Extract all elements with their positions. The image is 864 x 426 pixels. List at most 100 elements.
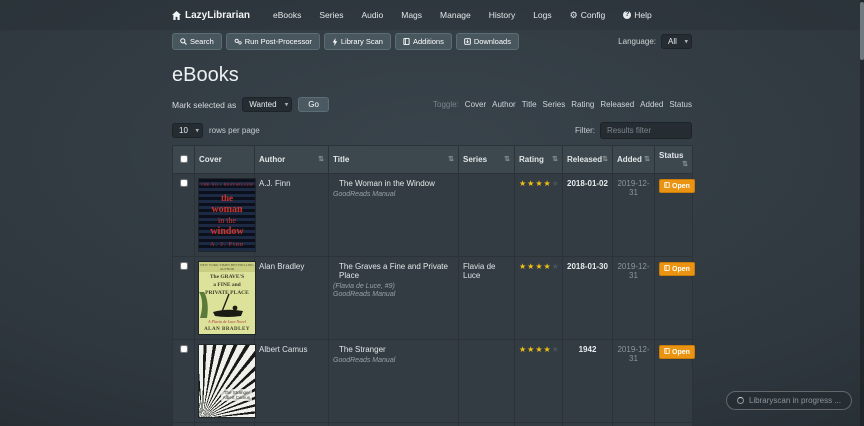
book-source: GoodReads Manual [333, 291, 396, 298]
mark-selected-label: Mark selected as [172, 99, 237, 110]
book-cover[interactable]: THE NO.1 BESTSELLER the woman in the win… [199, 179, 255, 251]
table-row: NEW YORK TIMES BESTSELLING AUTHOR The GR… [172, 256, 695, 340]
rating-stars: ★★★★★ [519, 262, 560, 271]
toggle-label: Toggle: [433, 100, 459, 109]
download-icon [464, 38, 471, 45]
select-all-checkbox[interactable] [179, 154, 188, 163]
nav-item-series[interactable]: Series [310, 10, 352, 20]
book-title-link[interactable]: The Stranger [333, 345, 454, 354]
row-checkbox[interactable] [179, 262, 188, 270]
sort-icon[interactable]: ⇅ [448, 155, 454, 163]
nav-item-manage[interactable]: Manage [431, 10, 480, 20]
author-link[interactable]: Albert Camus [259, 345, 307, 354]
libraryscan-toast: Libraryscan in progress ... [725, 391, 852, 410]
rating-stars: ★★★★★ [519, 179, 560, 188]
col-header-series[interactable]: Series ⇅ [458, 145, 515, 174]
toggle-rating[interactable]: Rating [571, 100, 594, 109]
brand-label: LazyLibrarian [185, 9, 251, 21]
nav-item-ebooks[interactable]: eBooks [264, 10, 310, 20]
toggle-released[interactable]: Released [600, 100, 634, 109]
open-button[interactable]: Open [659, 179, 695, 193]
brand[interactable]: LazyLibrarian [172, 10, 250, 21]
added-date: 2019-12-31 [617, 345, 650, 363]
table-row: The Stranger Albert Camus Albert Camus T… [172, 339, 695, 423]
action-toolbar: Search Run Post-Processor Library Scan A… [172, 33, 692, 50]
nav-item-config[interactable]: ⚙ Config [561, 10, 615, 20]
language-select[interactable]: All [661, 34, 692, 49]
col-header-status[interactable]: Status ⇅ [654, 145, 693, 174]
downloads-button[interactable]: Downloads [455, 33, 519, 50]
col-header-rating[interactable]: Rating ⇅ [514, 145, 563, 174]
rows-per-page-select[interactable]: 10 [172, 123, 203, 138]
col-header-author[interactable]: Author ⇅ [254, 145, 329, 174]
toast-text: Libraryscan in progress ... [748, 396, 841, 405]
toggle-cover[interactable]: Cover [465, 100, 486, 109]
sort-icon[interactable]: ⇅ [644, 155, 650, 163]
released-date: 2018-01-30 [567, 262, 608, 271]
book-icon [664, 347, 670, 356]
filter-input[interactable] [600, 122, 692, 139]
language-select-wrap: All [661, 34, 692, 49]
open-button[interactable]: Open [659, 345, 695, 359]
sort-icon[interactable]: ⇅ [602, 155, 608, 163]
nav-item-logs[interactable]: Logs [524, 10, 560, 20]
book-title-link[interactable]: The Graves a Fine and Private Place [333, 262, 454, 280]
help-icon: ? [623, 11, 632, 19]
run-post-processor-button[interactable]: Run Post-Processor [225, 33, 320, 50]
toggle-series[interactable]: Series [543, 100, 566, 109]
page-title: eBooks [172, 64, 239, 86]
col-header-cover: Cover [194, 145, 255, 174]
author-link[interactable]: Alan Bradley [259, 262, 304, 271]
sort-icon[interactable]: ⇅ [318, 155, 324, 163]
filter-label: Filter: [575, 126, 595, 135]
book-cover[interactable]: NEW YORK TIMES BESTSELLING AUTHOR The GR… [199, 262, 255, 334]
mark-selected-select[interactable]: Wanted [242, 97, 293, 112]
page-scrollbar[interactable] [860, 0, 864, 426]
sort-icon[interactable]: ⇅ [552, 155, 558, 163]
sort-icon[interactable]: ⇅ [504, 155, 510, 163]
boat-illustration [199, 292, 255, 318]
home-icon [172, 10, 181, 20]
table-row: ANTHONY BURGESS A CLOCKWORK ORANGE Antho… [172, 422, 693, 426]
rows-per-page-select-wrap: 10 [172, 123, 203, 138]
sort-icon[interactable]: ⇅ [682, 160, 688, 168]
book-title-link[interactable]: The Woman in the Window [333, 179, 454, 188]
added-date: 2019-12-31 [617, 262, 650, 280]
book-cover[interactable]: The Stranger Albert Camus [199, 345, 255, 417]
language-label: Language: [618, 37, 656, 46]
author-link[interactable]: A.J. Finn [259, 179, 291, 188]
row-checkbox[interactable] [179, 179, 188, 187]
nav-item-mags[interactable]: Mags [392, 10, 431, 20]
open-button[interactable]: Open [659, 262, 695, 276]
additions-button[interactable]: Additions [394, 33, 452, 50]
spinner-icon [736, 397, 744, 404]
toggle-status[interactable]: Status [669, 100, 692, 109]
col-header-added[interactable]: Added ⇅ [612, 145, 655, 174]
series-link[interactable]: Flavia de Luce [463, 262, 495, 280]
row-checkbox[interactable] [179, 345, 188, 353]
go-button[interactable]: Go [298, 97, 329, 112]
table-header-row: Cover Author ⇅ Title ⇅ Series ⇅ Rating ⇅ Rel… [172, 145, 693, 174]
ebooks-table: Cover Author ⇅ Title ⇅ Series ⇅ Rating ⇅ Rel… [172, 145, 695, 426]
nav-item-audio[interactable]: Audio [352, 10, 392, 20]
rating-stars: ★★★★★ [519, 345, 560, 354]
toggle-author[interactable]: Author [492, 100, 516, 109]
col-header-released[interactable]: Released ⇅ [562, 145, 613, 174]
gears-icon [234, 38, 242, 45]
col-header-title[interactable]: Title ⇅ [328, 145, 459, 174]
book-series-note: (Flavia de Luce, #9) [333, 283, 395, 290]
released-date: 1942 [578, 345, 597, 354]
search-icon [180, 38, 187, 45]
library-scan-button[interactable]: Library Scan [323, 33, 391, 50]
top-navbar: LazyLibrarian eBooks Series Audio Mags M… [0, 0, 864, 30]
toggle-added[interactable]: Added [640, 100, 663, 109]
toggle-title[interactable]: Title [522, 100, 537, 109]
search-button[interactable]: Search [172, 33, 222, 50]
nav-item-help[interactable]: ? Help [614, 10, 660, 20]
nav-item-history[interactable]: History [480, 10, 524, 20]
scrollbar-thumb[interactable] [860, 2, 864, 60]
book-source: GoodReads Manual [333, 357, 396, 364]
mark-selected-select-wrap: Wanted [242, 97, 293, 112]
book-icon [403, 38, 410, 45]
released-date: 2018-01-02 [567, 179, 608, 188]
